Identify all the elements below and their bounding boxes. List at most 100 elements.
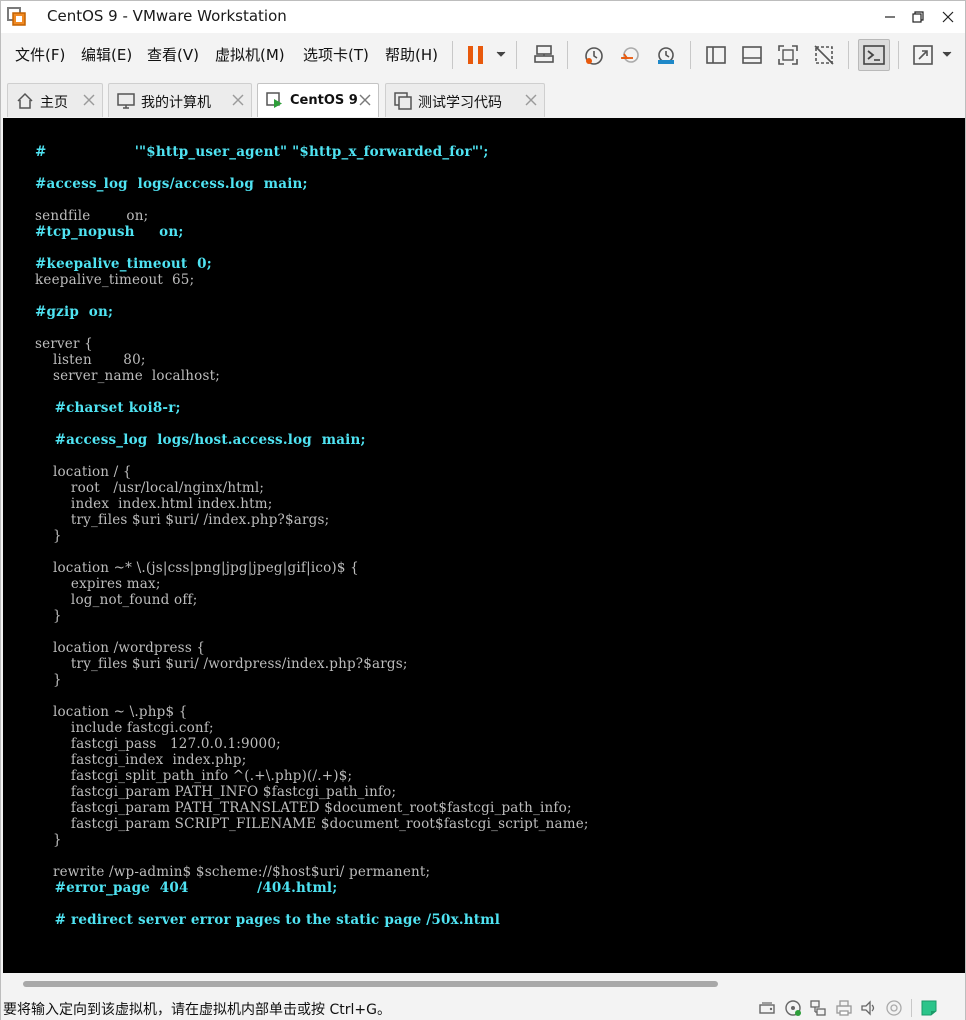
message-log-icon[interactable] [920, 999, 938, 1017]
tab-label: 测试学习代码 [418, 95, 502, 111]
revert-snapshot-button[interactable] [614, 39, 646, 71]
console-line: root /usr/local/nginx/html; [35, 480, 265, 496]
close-tab-icon[interactable] [358, 93, 372, 107]
console-line: # redirect server error pages to the sta… [35, 912, 501, 928]
stretch-dropdown-chevron-down-icon[interactable] [941, 48, 953, 60]
menu-edit[interactable]: 编辑(E) [81, 44, 132, 66]
console-line: #access_log logs/access.log main; [35, 176, 308, 192]
close-window-button[interactable] [931, 1, 965, 33]
tab-test-code[interactable]: 测试学习代码 [385, 83, 545, 117]
tab-label: 我的计算机 [141, 95, 211, 111]
restore-button[interactable] [901, 1, 935, 33]
menu-view[interactable]: 查看(V) [147, 44, 199, 66]
console-line: try_files $uri $uri/ /wordpress/index.ph… [35, 656, 408, 672]
menu-tabs[interactable]: 选项卡(T) [303, 44, 369, 66]
toolbar-divider [567, 41, 568, 69]
sound-card-icon[interactable] [860, 999, 878, 1017]
console-line: fastcgi_split_path_info ^(.+\.php)(/.+)$… [35, 768, 353, 784]
console-line: index index.html index.htm; [35, 496, 273, 512]
toolbar-divider [898, 41, 899, 69]
menu-file[interactable]: 文件(F) [15, 44, 65, 66]
pause-button[interactable] [460, 39, 492, 71]
console-line: try_files $uri $uri/ /index.php?$args; [35, 512, 330, 528]
console-line: } [35, 528, 62, 544]
tab-label: CentOS 9 [290, 93, 358, 108]
console-view-button[interactable] [858, 39, 890, 71]
menu-help[interactable]: 帮助(H) [385, 44, 438, 66]
console-line: server_name localhost; [35, 368, 220, 384]
console-line: keepalive_timeout 65; [35, 272, 195, 288]
vm-console[interactable]: # '"$http_user_agent" "$http_x_forwarded… [3, 118, 965, 973]
console-line: rewrite /wp-admin$ $scheme://$host$uri/ … [35, 864, 431, 880]
close-tab-icon[interactable] [524, 93, 538, 107]
console-line: fastcgi_param PATH_INFO $fastcgi_path_in… [35, 784, 397, 800]
vmware-window: CentOS 9 - VMware Workstation 文件(F) 编辑(E… [0, 0, 966, 1020]
close-tab-icon[interactable] [231, 93, 245, 107]
console-line: listen 80; [35, 352, 146, 368]
vm-icon [394, 92, 412, 110]
tab-label: 主页 [40, 95, 68, 111]
unity-icon [814, 45, 834, 65]
tab-centos-9[interactable]: CentOS 9 [257, 83, 379, 117]
title-bar: CentOS 9 - VMware Workstation [1, 1, 965, 33]
thumbnail-bar-icon [742, 46, 762, 64]
toolbar-divider [848, 41, 849, 69]
show-library-button[interactable] [700, 39, 732, 71]
close-tab-icon[interactable] [82, 93, 96, 107]
window-title: CentOS 9 - VMware Workstation [47, 7, 287, 25]
revert-snapshot-icon [621, 47, 639, 63]
tab-my-computer[interactable]: 我的计算机 [108, 83, 252, 117]
full-screen-button[interactable] [772, 39, 804, 71]
console-line: fastcgi_pass 127.0.0.1:9000; [35, 736, 281, 752]
unity-mode-button[interactable] [808, 39, 840, 71]
show-thumbnail-bar-button[interactable] [736, 39, 768, 71]
cd-dvd-icon[interactable] [784, 999, 802, 1017]
printer-icon[interactable] [835, 999, 853, 1017]
console-line: #gzip on; [35, 304, 114, 320]
take-snapshot-button[interactable] [578, 39, 610, 71]
scrollbar-thumb[interactable] [23, 981, 718, 987]
close-icon [942, 11, 954, 23]
menu-vm[interactable]: 虚拟机(M) [215, 44, 285, 66]
console-line: #keepalive_timeout 0; [35, 256, 212, 272]
console-line: location /wordpress { [35, 640, 206, 656]
usb-device-icon[interactable] [885, 999, 903, 1017]
hard-disk-icon[interactable] [758, 999, 776, 1017]
console-line: #charset koi8-r; [35, 400, 181, 416]
status-message: 要将输入定向到该虚拟机，请在虚拟机内部单击或按 Ctrl+G。 [3, 1002, 391, 1018]
console-line: sendfile on; [35, 208, 149, 224]
toolbar-divider [516, 41, 517, 69]
tab-home[interactable]: 主页 [7, 83, 103, 117]
vm-running-icon [266, 92, 282, 108]
console-line: location ~ \.php$ { [35, 704, 188, 720]
vmware-logo-icon [7, 7, 26, 26]
terminal-icon [863, 45, 885, 65]
console-text: # '"$http_user_agent" "$http_x_forwarded… [35, 144, 589, 928]
status-bar: 要将输入定向到该虚拟机，请在虚拟机内部单击或按 Ctrl+G。 [1, 995, 965, 1020]
stretch-guest-button[interactable] [907, 39, 939, 71]
console-line: fastcgi_param SCRIPT_FILENAME $document_… [35, 816, 589, 832]
toolbar-divider [452, 41, 453, 69]
snapshot-manager-icon [658, 47, 674, 64]
console-line: #access_log logs/host.access.log main; [35, 432, 366, 448]
console-line: location ~* \.(js|css|png|jpg|jpeg|gif|i… [35, 560, 359, 576]
power-dropdown-chevron-down-icon[interactable] [495, 48, 507, 60]
console-line: fastcgi_index index.php; [35, 752, 247, 768]
console-line: server { [35, 336, 93, 352]
library-panel-icon [706, 46, 726, 64]
snapshot-manager-button[interactable] [650, 39, 682, 71]
console-line: location / { [35, 464, 132, 480]
send-ctrl-alt-del-button[interactable] [528, 39, 560, 71]
pause-icon [468, 46, 483, 64]
horizontal-scrollbar[interactable] [3, 973, 965, 995]
console-line: } [35, 832, 62, 848]
network-adapter-icon[interactable] [809, 999, 827, 1017]
